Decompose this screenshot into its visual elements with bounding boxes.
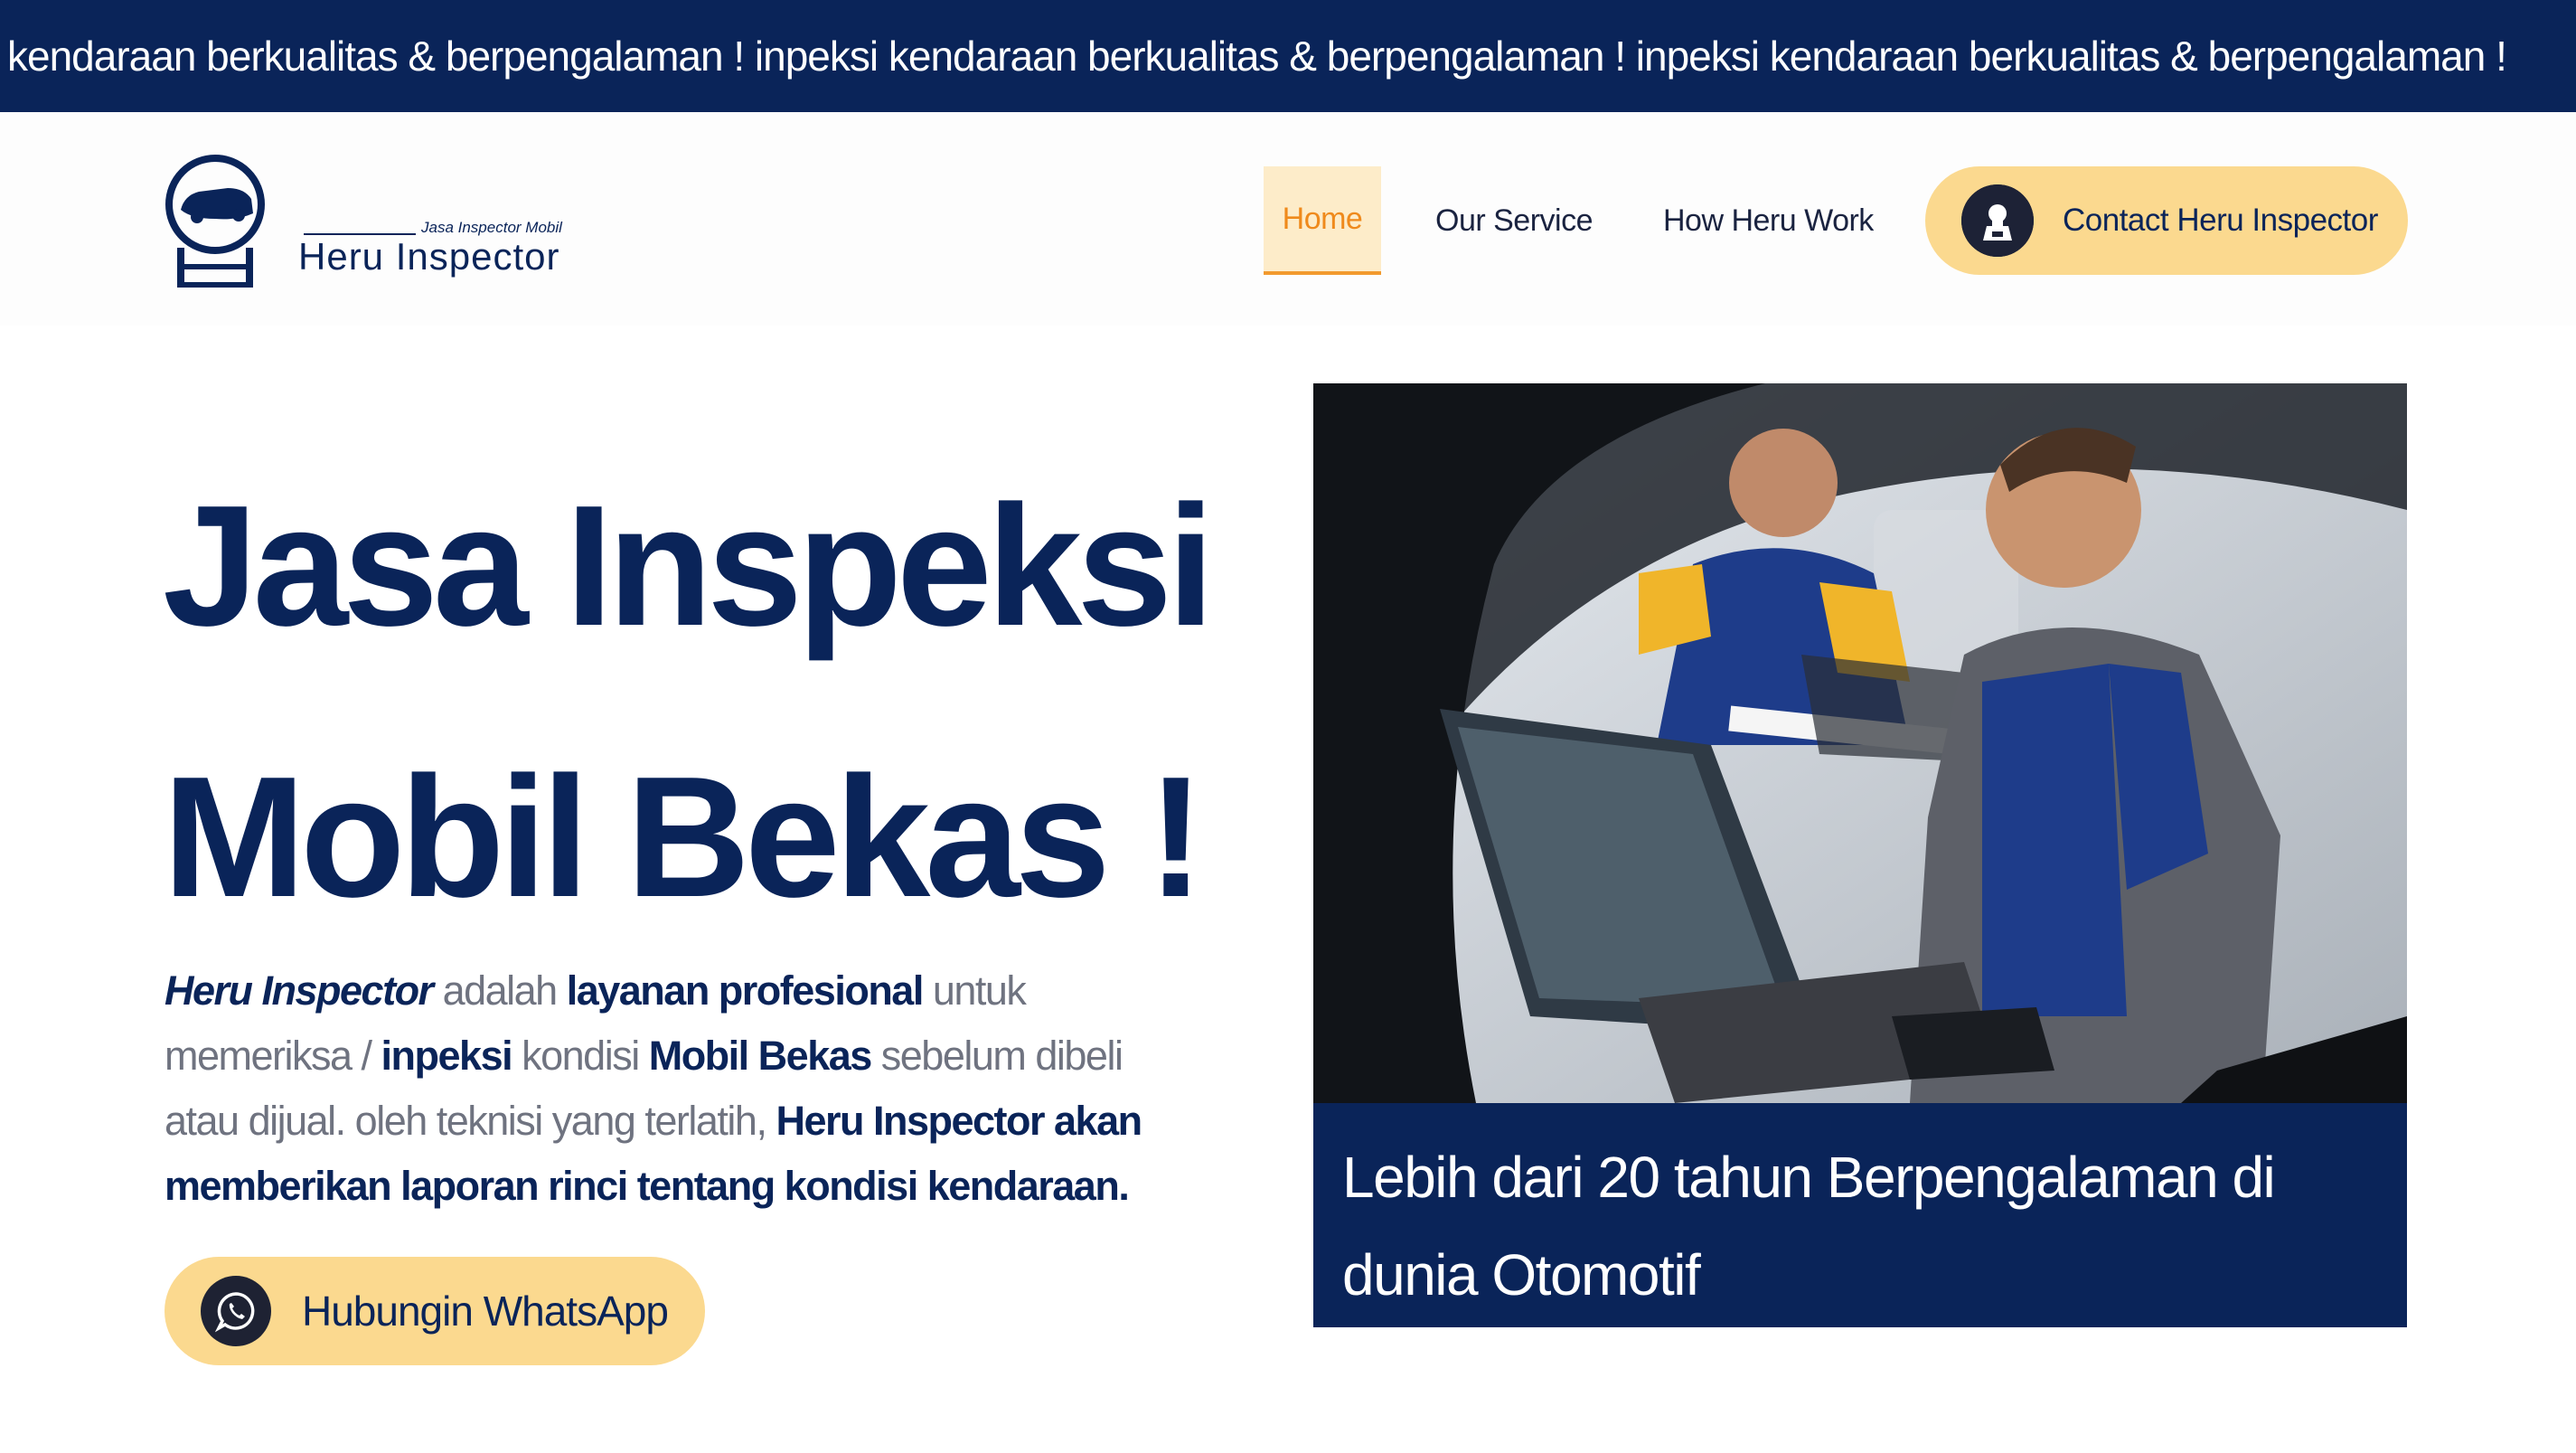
photo-caption: Lebih dari 20 tahun Berpengalaman di dun… — [1313, 1103, 2407, 1327]
whatsapp-icon — [201, 1276, 271, 1346]
hero-title-line-1: Jasa Inspeksi — [163, 470, 1215, 662]
nav-our-service[interactable]: Our Service — [1435, 166, 1594, 275]
contact-button-label: Contact Heru Inspector — [2063, 203, 2378, 238]
site-header: Jasa Inspector Mobil Heru Inspector Home… — [0, 112, 2576, 326]
desc-text: kondisi — [512, 1033, 649, 1079]
site-logo[interactable]: Jasa Inspector Mobil Heru Inspector — [165, 154, 598, 289]
contact-heru-inspector-button[interactable]: Contact Heru Inspector — [1925, 166, 2408, 275]
desc-highlight: Mobil Bekas — [648, 1033, 873, 1079]
whatsapp-button[interactable]: Hubungin WhatsApp — [165, 1257, 705, 1365]
mechanics-hero-photo — [1313, 383, 2407, 1103]
marquee-text: kendaraan berkualitas & berpengalaman ! … — [7, 33, 2507, 80]
desc-text: adalah — [432, 967, 567, 1014]
top-marquee-banner: kendaraan berkualitas & berpengalaman ! … — [0, 0, 2576, 112]
nav-home[interactable]: Home — [1264, 166, 1381, 275]
hero-description: Heru Inspector adalah layanan profesiona… — [165, 958, 1159, 1219]
hero-title-line-2: Mobil Bekas ! — [163, 741, 1205, 933]
inspector-avatar-icon — [1961, 184, 2034, 257]
hero-title: Jasa Inspeksi Mobil Bekas ! — [163, 430, 1283, 973]
desc-highlight: inpeksi — [381, 1033, 513, 1079]
whatsapp-button-label: Hubungin WhatsApp — [302, 1288, 669, 1335]
desc-brand: Heru Inspector — [165, 967, 434, 1014]
logo-tagline: Jasa Inspector Mobil — [421, 219, 562, 236]
desc-highlight: layanan profesional — [566, 967, 925, 1014]
car-lift-logo-icon — [165, 155, 265, 288]
nav-how-heru-work[interactable]: How Heru Work — [1663, 166, 1874, 275]
logo-name: Heru Inspector — [298, 235, 560, 278]
